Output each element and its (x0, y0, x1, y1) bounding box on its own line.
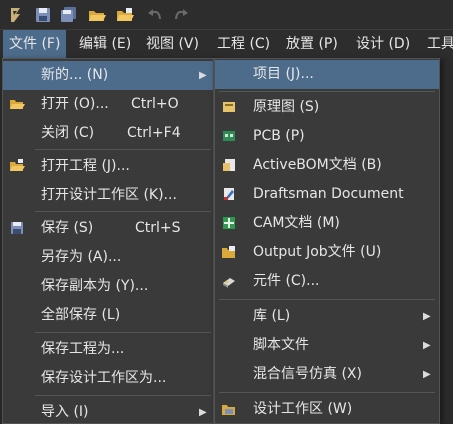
menu-separator (35, 211, 211, 212)
menu-item-label: 全部保存 (L) (41, 307, 121, 323)
submenu-item-component[interactable]: 元件 (C)... (215, 267, 439, 296)
menu-project[interactable]: 工程 (C) (211, 30, 276, 58)
menu-design[interactable]: 设计 (D) (350, 30, 416, 58)
menu-item-label: 关闭 (C) (41, 125, 95, 141)
menu-item-label: 导入 (I) (41, 404, 89, 420)
menu-item-label: PCB (P) (253, 128, 305, 144)
menu-file[interactable]: 文件 (F) (3, 30, 67, 58)
draftsman-icon (224, 188, 234, 200)
menu-item-label: 脚本文件 (253, 337, 309, 353)
undo-icon[interactable] (145, 5, 165, 25)
menu-item-label: 保存设计工作区为... (41, 370, 167, 386)
activebom-icon (223, 159, 235, 171)
redo-icon[interactable] (171, 5, 191, 25)
pcb-icon (223, 131, 235, 141)
app-logo-icon[interactable] (6, 5, 26, 25)
menubar: 文件 (F) 编辑 (E) 视图 (V) 工程 (C) 放置 (P) 设计 (D… (0, 30, 453, 58)
menu-item-open-workspace[interactable]: 打开设计工作区 (K)... (3, 181, 213, 210)
menu-view[interactable]: 视图 (V) (140, 30, 205, 58)
submenu-item-mixed-sim[interactable]: 混合信号仿真 (X) ▶ (215, 360, 439, 389)
menu-item-label: Output Job文件 (U) (253, 244, 382, 260)
menu-item-label: 打开设计工作区 (K)... (41, 187, 177, 203)
submenu-arrow-icon: ▶ (423, 311, 431, 322)
submenu-item-script[interactable]: 脚本文件 ▶ (215, 331, 439, 360)
menu-item-import[interactable]: 导入 (I) ▶ (3, 398, 213, 424)
menu-tools[interactable]: 工具 (421, 30, 453, 58)
save-all-icon[interactable] (59, 5, 79, 25)
open-project-icon (10, 159, 25, 171)
open-folder-icon (10, 100, 25, 109)
file-menu: 新的... (N) ▶ 打开 (O)... Ctrl+O 关闭 (C) Ctrl… (2, 58, 214, 424)
save-icon (11, 222, 23, 234)
menu-item-save-as[interactable]: 另存为 (A)... (3, 243, 213, 272)
menu-item-save-project-as[interactable]: 保存工程为... (3, 335, 213, 364)
menu-item-label: 原理图 (S) (253, 99, 320, 115)
menu-item-save[interactable]: 保存 (S) Ctrl+S (3, 214, 213, 243)
submenu-item-workspace[interactable]: 设计工作区 (W) (215, 395, 439, 424)
menu-item-label: 元件 (C)... (253, 273, 320, 289)
toolbar (0, 0, 453, 30)
submenu-item-output-job[interactable]: Output Job文件 (U) (215, 238, 439, 267)
menu-item-label: 库 (L) (253, 308, 291, 324)
menu-item-label: 打开 (O)... (41, 96, 109, 112)
submenu-item-library[interactable]: 库 (L) ▶ (215, 302, 439, 331)
save-icon[interactable] (33, 5, 53, 25)
menu-item-label: CAM文档 (M) (253, 215, 340, 231)
submenu-arrow-icon: ▶ (423, 340, 431, 351)
menu-item-label: 新的... (N) (41, 67, 109, 83)
submenu-item-draftsman[interactable]: Draftsman Document (215, 180, 439, 209)
open-folder-icon[interactable] (87, 5, 107, 25)
submenu-item-schematic[interactable]: 原理图 (S) (215, 93, 439, 122)
submenu-item-cam[interactable]: CAM文档 (M) (215, 209, 439, 238)
menu-item-save-all[interactable]: 全部保存 (L) (3, 301, 213, 330)
menu-item-new[interactable]: 新的... (N) ▶ (3, 61, 213, 90)
menu-item-save-workspace-as[interactable]: 保存设计工作区为... (3, 364, 213, 393)
menu-item-save-copy-as[interactable]: 保存副本为 (Y)... (3, 272, 213, 301)
menu-item-label: 另存为 (A)... (41, 249, 122, 265)
menu-item-label: 保存副本为 (Y)... (41, 278, 149, 294)
shortcut-label: Ctrl+S (135, 220, 181, 236)
menu-item-label: 设计工作区 (W) (253, 401, 353, 417)
menu-item-label: 项目 (J)... (253, 66, 314, 82)
submenu-item-project[interactable]: 项目 (J)... (215, 60, 439, 89)
submenu-arrow-icon: ▶ (199, 407, 207, 418)
submenu-arrow-icon: ▶ (199, 70, 207, 81)
menu-separator (35, 395, 211, 396)
menu-item-open-project[interactable]: 打开工程 (J)... (3, 152, 213, 181)
shortcut-label: Ctrl+O (131, 96, 179, 112)
menu-item-label: ActiveBOM文档 (B) (253, 157, 382, 173)
output-job-icon (222, 246, 235, 258)
open-project-icon[interactable] (115, 5, 135, 25)
submenu-arrow-icon: ▶ (423, 369, 431, 380)
menu-separator (35, 332, 211, 333)
schematic-icon (223, 102, 235, 112)
new-submenu: 项目 (J)... 原理图 (S) PCB (P) ActiveBOM文档 (B… (214, 58, 440, 424)
cam-icon (223, 217, 235, 229)
menu-item-label: 混合信号仿真 (X) (253, 366, 362, 382)
menu-separator (219, 299, 435, 300)
menu-item-label: 打开工程 (J)... (41, 158, 130, 174)
menu-edit[interactable]: 编辑 (E) (73, 30, 137, 58)
menu-separator (219, 91, 435, 92)
menu-item-close[interactable]: 关闭 (C) Ctrl+F4 (3, 119, 213, 148)
menu-item-open[interactable]: 打开 (O)... Ctrl+O (3, 90, 213, 119)
menu-separator (219, 392, 435, 393)
menu-item-label: 保存工程为... (41, 341, 125, 357)
shortcut-label: Ctrl+F4 (127, 125, 181, 141)
menu-separator (35, 149, 211, 150)
submenu-item-activebom[interactable]: ActiveBOM文档 (B) (215, 151, 439, 180)
menu-place[interactable]: 放置 (P) (280, 30, 344, 58)
menu-item-label: 保存 (S) (41, 220, 94, 236)
workspace-icon (222, 405, 235, 415)
menu-item-label: Draftsman Document (253, 186, 404, 202)
submenu-item-pcb[interactable]: PCB (P) (215, 122, 439, 151)
component-icon (223, 278, 235, 288)
